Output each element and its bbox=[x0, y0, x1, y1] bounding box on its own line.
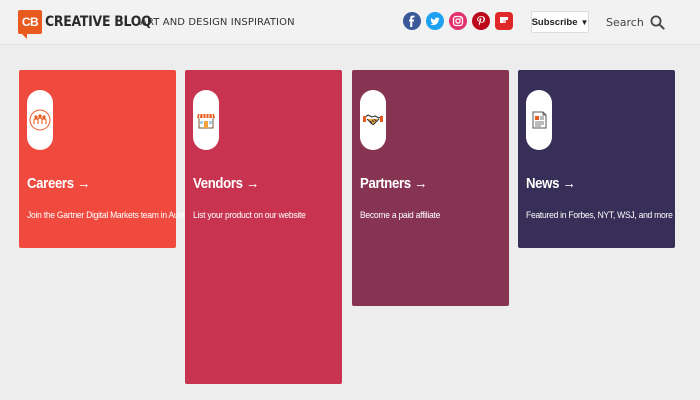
search-label: Search bbox=[606, 15, 644, 29]
card-title-text: News bbox=[526, 175, 560, 192]
card-description: Featured in Forbes, NYT, WSJ, and more bbox=[526, 210, 673, 221]
card-title[interactable]: News → bbox=[526, 175, 576, 192]
logo-text: CREATIVE BLOQ bbox=[45, 14, 152, 30]
card-title[interactable]: Careers → bbox=[27, 175, 90, 192]
news-card[interactable]: News → Featured in Forbes, NYT, WSJ, and… bbox=[518, 70, 675, 248]
card-title-text: Vendors bbox=[193, 175, 243, 192]
partners-card[interactable]: Partners → Become a paid affiliate bbox=[352, 70, 509, 306]
careers-card[interactable]: Careers → Join the Gartner Digital Marke… bbox=[19, 70, 191, 248]
card-title-text: Careers bbox=[27, 175, 74, 192]
people-icon bbox=[27, 90, 53, 150]
instagram-icon[interactable] bbox=[449, 12, 467, 30]
card-description: Become a paid affiliate bbox=[360, 210, 441, 221]
newspaper-icon bbox=[526, 90, 552, 150]
pinterest-icon[interactable] bbox=[472, 12, 490, 30]
card-description: List your product on our website bbox=[193, 210, 306, 221]
vendors-card[interactable]: Vendors → List your product on our websi… bbox=[185, 70, 342, 384]
subscribe-label: Subscribe bbox=[531, 16, 578, 28]
facebook-icon[interactable] bbox=[403, 12, 421, 30]
arrow-right-icon: → bbox=[414, 175, 428, 192]
card-title[interactable]: Partners → bbox=[360, 175, 427, 192]
site-header: CB CREATIVE BLOQ ART AND DESIGN INSPIRAT… bbox=[0, 0, 700, 45]
subscribe-button[interactable]: Subscribe ▼ bbox=[531, 11, 589, 33]
twitter-icon[interactable] bbox=[426, 12, 444, 30]
chevron-down-icon: ▼ bbox=[580, 17, 589, 27]
arrow-right-icon: → bbox=[562, 175, 576, 192]
storefront-icon bbox=[193, 90, 219, 150]
search-icon bbox=[650, 15, 665, 30]
handshake-icon bbox=[360, 90, 386, 150]
flipboard-icon[interactable] bbox=[495, 12, 513, 30]
search-button[interactable]: Search bbox=[606, 14, 665, 30]
site-tagline: ART AND DESIGN INSPIRATION bbox=[140, 17, 295, 28]
card-title-text: Partners bbox=[360, 175, 411, 192]
arrow-right-icon: → bbox=[246, 175, 259, 192]
card-title[interactable]: Vendors → bbox=[193, 175, 259, 192]
arrow-right-icon: → bbox=[77, 175, 91, 192]
logo-badge: CB bbox=[18, 10, 42, 39]
card-description: Join the Gartner Digital Markets team in… bbox=[27, 210, 191, 221]
